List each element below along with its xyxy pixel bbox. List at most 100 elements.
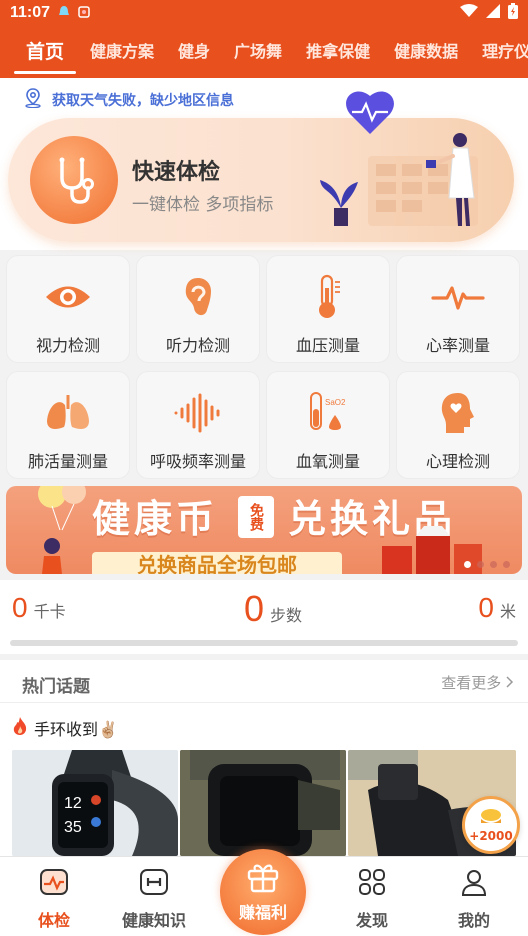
blood-oxygen-tile[interactable]: SaO2 血氧测量 (266, 371, 390, 479)
quick-check-title: 快速体检 (132, 160, 221, 185)
smartwatch-photo: 12 35 (12, 750, 178, 856)
blood-pressure-label: 血压测量 (295, 336, 360, 355)
nav-mine[interactable]: 我的 (434, 867, 514, 931)
nav-earn-rewards-label: 赚福利 (238, 903, 287, 922)
bottom-navigation: 体检 健康知识 赚福利 发现 我的 (0, 849, 528, 936)
psychological-test-label: 心理检测 (425, 452, 490, 471)
calories-value: 0 (12, 592, 28, 623)
divider (0, 702, 528, 703)
vision-test-tile[interactable]: 视力检测 (6, 255, 130, 363)
promo-banner[interactable]: 健康币 免费 兑换礼品 兑换商品全场包邮 (6, 486, 522, 574)
nav-health-knowledge-label: 健康知识 (121, 911, 186, 930)
hearing-test-label: 听力检测 (165, 336, 230, 355)
tab-home[interactable]: 首页 (0, 26, 78, 78)
nav-discover[interactable]: 发现 (332, 867, 412, 931)
nav-checkup-label: 体检 (37, 911, 70, 930)
weather-notice[interactable]: 获取天气失败，缺少地区信息 (24, 88, 234, 112)
dumbbell-icon (139, 867, 169, 901)
distance-value: 0 (478, 592, 494, 623)
tab-square-dance[interactable]: 广场舞 (222, 26, 294, 78)
distance-stat: 0 米 (478, 592, 516, 624)
hearing-test-tile[interactable]: 听力检测 (136, 255, 260, 363)
pagination-dot (503, 561, 510, 568)
nav-earn-rewards[interactable]: 赚福利 (220, 849, 306, 935)
topic-post-title: 手环收到✌🏼 (34, 720, 118, 739)
coin-hand-icon (479, 807, 503, 829)
tab-health-plan[interactable]: 健康方案 (78, 26, 166, 78)
notification-icon (58, 5, 70, 22)
heartbeat-icon (431, 274, 485, 320)
post-photo-2[interactable] (180, 750, 346, 856)
battery-icon (508, 3, 518, 23)
soundwave-icon (173, 390, 223, 436)
steps-stat: 0 步数 (244, 588, 302, 630)
banner-free-tag: 免费 (238, 496, 274, 538)
checkup-icon (39, 867, 69, 901)
nav-checkup[interactable]: 体检 (14, 867, 94, 931)
svg-text:12: 12 (64, 795, 82, 812)
nav-health-knowledge[interactable]: 健康知识 (114, 867, 194, 931)
vision-test-label: 视力检测 (35, 336, 100, 355)
breathing-rate-label: 呼吸频率测量 (149, 452, 246, 471)
app-notification-icon (78, 5, 90, 21)
status-bar: 11:07 (0, 0, 528, 26)
nav-mine-label: 我的 (457, 911, 490, 930)
psychological-test-tile[interactable]: 心理检测 (396, 371, 520, 479)
lung-capacity-tile[interactable]: 肺活量测量 (6, 371, 130, 479)
chevron-right-icon (506, 674, 514, 692)
profile-icon (459, 867, 489, 901)
lung-capacity-label: 肺活量测量 (27, 452, 108, 471)
banner-pagination (464, 561, 510, 568)
quick-check-card[interactable]: 快速体检 一键体检 多项指标 (8, 91, 514, 242)
calories-stat: 0 千卡 (12, 592, 66, 624)
pagination-dot (464, 561, 471, 568)
weather-message: 获取天气失败，缺少地区信息 (52, 93, 234, 109)
doctor-illustration (308, 88, 508, 242)
discover-icon (357, 867, 387, 901)
reward-coin-button[interactable]: +2000 (462, 796, 520, 854)
smartwatch-photo-2 (180, 750, 346, 856)
banner-title: 健康币 (92, 497, 219, 541)
hot-topics-header: 热门话题 (22, 677, 90, 697)
heart-rate-tile[interactable]: 心率测量 (396, 255, 520, 363)
sao2-badge: SaO2 (325, 398, 346, 407)
view-more-label: 查看更多 (441, 674, 502, 692)
view-more-link[interactable]: 查看更多 (441, 672, 514, 693)
heart-rate-label: 心率测量 (425, 336, 490, 355)
lungs-icon (44, 390, 92, 436)
head-heart-icon (438, 390, 478, 436)
quick-check-subtitle: 一键体检 多项指标 (132, 195, 274, 215)
nav-discover-label: 发现 (355, 911, 388, 930)
calories-unit: 千卡 (33, 602, 66, 621)
pagination-dot (490, 561, 497, 568)
banner-subtitle: 兑换商品全场包邮 (92, 552, 342, 574)
category-tabs: 首页 健康方案 健身 广场舞 推拿保健 健康数据 理疗仪 (0, 26, 528, 78)
svg-text:35: 35 (64, 819, 82, 836)
steps-progress-bar (10, 640, 518, 646)
blood-oxygen-label: 血氧测量 (295, 452, 360, 471)
ear-icon (183, 274, 213, 320)
tab-physiotherapy[interactable]: 理疗仪 (470, 26, 528, 78)
function-grid: 视力检测 听力检测 血压测量 心率测量 肺活量测量 呼吸频率测量 SaO2 血氧… (6, 255, 522, 479)
pagination-dot (477, 561, 484, 568)
tab-health-data[interactable]: 健康数据 (382, 26, 470, 78)
topic-post[interactable]: 手环收到✌🏼 (12, 716, 118, 740)
signal-icon (486, 4, 500, 22)
steps-value: 0 (244, 588, 265, 629)
test-tube-icon: SaO2 (305, 390, 351, 436)
location-icon (24, 88, 42, 112)
post-photo-1[interactable]: 12 35 (12, 750, 178, 856)
eye-icon (44, 274, 92, 320)
tab-massage[interactable]: 推拿保健 (294, 26, 382, 78)
reward-amount: +2000 (469, 829, 513, 843)
distance-unit: 米 (499, 602, 516, 621)
hot-topics-section: 热门话题 查看更多 手环收到✌🏼 12 35 (0, 660, 528, 856)
steps-unit: 步数 (270, 606, 303, 625)
tab-fitness[interactable]: 健身 (166, 26, 222, 78)
blood-pressure-tile[interactable]: 血压测量 (266, 255, 390, 363)
stethoscope-icon (30, 136, 118, 224)
thermometer-icon (314, 274, 342, 320)
breathing-rate-tile[interactable]: 呼吸频率测量 (136, 371, 260, 479)
daily-stats: 0 千卡 0 步数 0 米 (0, 580, 528, 654)
status-time: 11:07 (10, 4, 51, 21)
